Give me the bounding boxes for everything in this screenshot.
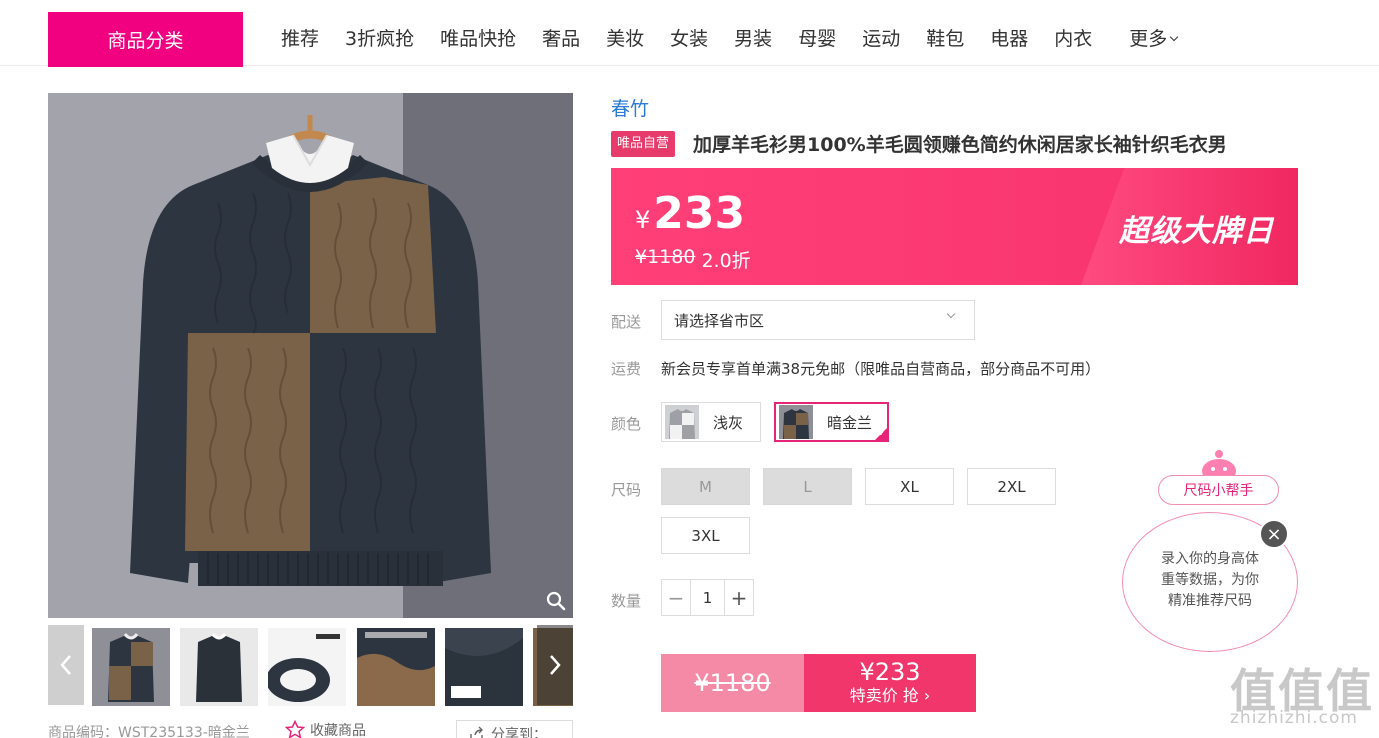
- star-icon: [285, 720, 305, 738]
- size-option-l: L: [763, 468, 852, 505]
- favorite-label: 收藏商品: [310, 723, 366, 738]
- nav-item-recommend[interactable]: 推荐: [268, 22, 332, 56]
- quantity-decrease-button[interactable]: −: [662, 580, 690, 615]
- current-price-value: 233: [653, 188, 746, 239]
- buy-action-label: 特卖价 抢: [849, 686, 919, 705]
- nav-item-baby[interactable]: 母婴: [785, 22, 849, 56]
- discount-label: 2.0折: [701, 250, 751, 272]
- brand-link[interactable]: 春竹: [611, 94, 649, 121]
- main-product-image[interactable]: [48, 93, 573, 618]
- thumbnail-image: [92, 628, 170, 706]
- sweater-image: [48, 93, 573, 618]
- freight-label: 运费: [611, 360, 642, 378]
- original-price: ¥1180: [635, 246, 696, 268]
- swatch-image: [779, 405, 813, 439]
- color-option-light-gray[interactable]: 浅灰: [661, 402, 761, 442]
- quantity-increase-button[interactable]: +: [725, 580, 753, 615]
- top-nav: 商品分类 推荐 3折疯抢 唯品快抢 奢品 美妆 女装 男装 母婴 运动 鞋包 电…: [0, 0, 1379, 67]
- quantity-label: 数量: [611, 592, 642, 610]
- promo-title: 超级大牌日: [1119, 214, 1274, 249]
- color-option-dark-gold-blue[interactable]: 暗金兰 ✓: [774, 402, 889, 442]
- thumbnail-3[interactable]: [268, 628, 346, 706]
- size-helper-line: 录入你的身高体: [1161, 551, 1259, 567]
- buy-button[interactable]: ¥1180 ¥233 特卖价 抢 ›: [661, 654, 976, 712]
- buy-price: ¥233: [859, 658, 921, 686]
- chevron-left-icon: [60, 655, 71, 675]
- price-banner: ¥ 233 ¥1180 2.0折 超级大牌日: [611, 168, 1298, 285]
- thumbnail-1[interactable]: [92, 628, 170, 706]
- nav-item-shoes-bags[interactable]: 鞋包: [913, 22, 977, 56]
- thumbnail-image: [357, 628, 435, 706]
- delivery-label: 配送: [611, 313, 642, 331]
- color-swatch: [665, 405, 699, 439]
- original-price-row: ¥1180 2.0折: [635, 246, 751, 273]
- thumbnail-2[interactable]: [180, 628, 258, 706]
- chevron-down-icon: [1170, 32, 1179, 42]
- thumbnail-image: [268, 628, 346, 706]
- share-label: 分享到：: [491, 727, 547, 738]
- size-label: 尺码: [611, 481, 642, 499]
- color-swatch: [779, 405, 813, 439]
- zoom-icon[interactable]: [545, 590, 567, 612]
- current-price: ¥ 233: [635, 188, 745, 239]
- category-button[interactable]: 商品分类: [48, 12, 243, 67]
- swatch-image: [665, 405, 699, 439]
- color-option-label: 浅灰: [713, 413, 744, 432]
- quantity-value[interactable]: 1: [690, 580, 725, 615]
- size-option-2xl[interactable]: 2XL: [967, 468, 1056, 505]
- nav-item-luxury[interactable]: 奢品: [529, 22, 593, 56]
- thumb-prev-button[interactable]: [48, 625, 84, 705]
- size-option-xl[interactable]: XL: [865, 468, 954, 505]
- nav-item-underwear[interactable]: 内衣: [1041, 22, 1105, 56]
- size-helper-line: 重等数据，为你: [1161, 572, 1259, 588]
- product-code: 商品编码：WST235133-暗金兰: [48, 725, 250, 738]
- size-option-m: M: [661, 468, 750, 505]
- chevron-down-icon: [946, 309, 956, 319]
- thumbnail-5[interactable]: [445, 628, 523, 706]
- color-label: 颜色: [611, 415, 642, 433]
- quantity-stepper: − 1 +: [661, 579, 754, 616]
- freight-text: 新会员专享首单满38元免邮（限唯品自营商品，部分商品不可用）: [661, 360, 1101, 378]
- buy-action: ¥233 特卖价 抢 ›: [804, 654, 976, 712]
- thumbnail-image: [445, 628, 523, 706]
- share-icon: [470, 726, 483, 738]
- share-button[interactable]: 分享到：: [456, 720, 573, 738]
- product-title: 加厚羊毛衫男100%羊毛圆领赚色简约休闲居家长袖针织毛衣男: [693, 134, 1227, 156]
- chevron-right-icon: [550, 655, 561, 675]
- nav-item-sports[interactable]: 运动: [849, 22, 913, 56]
- nav-item-30off[interactable]: 3折疯抢: [332, 22, 427, 56]
- currency-symbol: ¥: [635, 206, 651, 234]
- self-operated-badge: 唯品自营: [611, 131, 676, 157]
- size-helper-line: 精准推荐尺码: [1168, 593, 1252, 609]
- thumbnail-image: [180, 628, 258, 706]
- size-helper-tag[interactable]: 尺码小帮手: [1158, 475, 1279, 505]
- nav-item-appliances[interactable]: 电器: [977, 22, 1041, 56]
- favorite-button[interactable]: 收藏商品: [285, 720, 366, 738]
- nav-item-beauty[interactable]: 美妆: [593, 22, 657, 56]
- chevron-right-icon: ›: [923, 686, 931, 705]
- nav-item-flash[interactable]: 唯品快抢: [427, 22, 529, 56]
- thumb-next-button[interactable]: [537, 625, 573, 705]
- close-icon[interactable]: ×: [1259, 519, 1289, 549]
- region-select[interactable]: 请选择省市区: [661, 300, 975, 340]
- nav-more-label: 更多: [1129, 28, 1168, 50]
- nav-items: 推荐 3折疯抢 唯品快抢 奢品 美妆 女装 男装 母婴 运动 鞋包 电器 内衣 …: [268, 22, 1190, 56]
- nav-item-men[interactable]: 男装: [721, 22, 785, 56]
- buy-action-row: 特卖价 抢 ›: [850, 685, 931, 707]
- nav-item-women[interactable]: 女装: [657, 22, 721, 56]
- buy-original-price: ¥1180: [661, 654, 804, 712]
- region-select-placeholder: 请选择省市区: [674, 311, 765, 330]
- size-option-3xl[interactable]: 3XL: [661, 517, 750, 554]
- watermark-url: zhizhizhi.com: [1230, 708, 1358, 728]
- check-icon: ✓: [878, 429, 886, 439]
- nav-item-more[interactable]: 更多: [1105, 22, 1190, 56]
- thumbnail-4[interactable]: [357, 628, 435, 706]
